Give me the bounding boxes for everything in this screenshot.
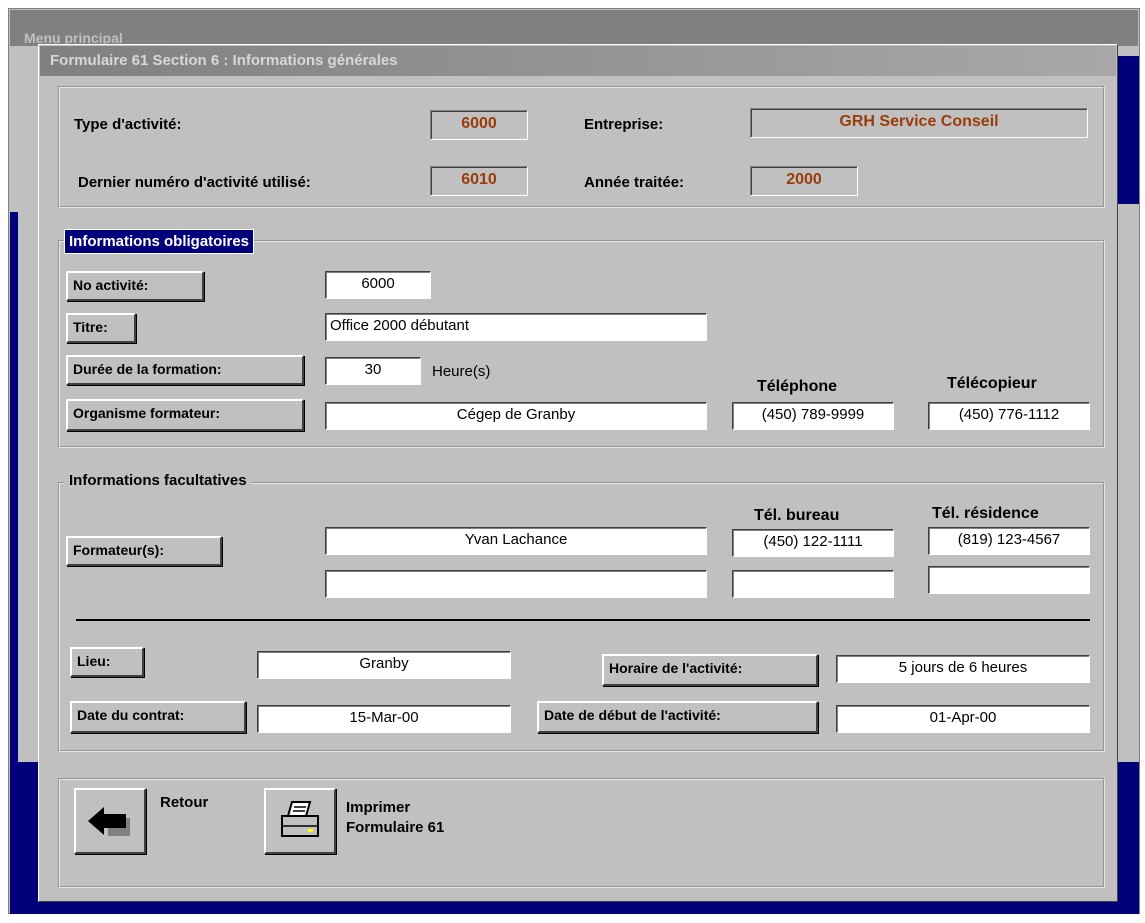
date-contrat-button[interactable]: Date du contrat: [70,701,246,733]
no-activite-field[interactable]: 6000 [325,271,431,299]
telephone-header: Téléphone [757,378,838,395]
retour-label: Retour [160,794,209,811]
organisme-formateur-button[interactable]: Organisme formateur: [66,399,304,431]
duree-unit-label: Heure(s) [432,363,491,380]
date-debut-field[interactable]: 01-Apr-00 [836,705,1090,733]
imprimer-label-line2: Formulaire 61 [346,819,445,836]
annee-traitee-label: Année traitée: [584,174,685,191]
formateur2-field[interactable] [325,570,707,598]
type-activite-field: 6000 [430,110,528,140]
printer-icon [281,801,319,837]
formateurs-button[interactable]: Formateur(s): [66,536,222,566]
titre-field[interactable]: Office 2000 débutant [325,313,707,341]
main-menu-band-right [1117,56,1139,204]
formateur2-tel-residence-field[interactable] [928,566,1090,594]
entreprise-field: GRH Service Conseil [750,108,1088,138]
lieu-field[interactable]: Granby [257,651,511,679]
formateur2-tel-bureau-field[interactable] [732,570,894,598]
formateur1-field[interactable]: Yvan Lachance [325,527,707,555]
annee-traitee-field: 2000 [750,166,858,196]
obligatoires-legend: Informations obligatoires [64,229,255,254]
horaire-field[interactable]: 5 jours de 6 heures [836,655,1090,683]
lieu-button[interactable]: Lieu: [70,647,144,677]
dernier-numero-field: 6010 [430,166,528,196]
formateur1-tel-residence-field[interactable]: (819) 123-4567 [928,527,1090,555]
back-arrow-icon [88,807,130,836]
no-activite-button[interactable]: No activité: [66,271,204,301]
organisme-telephone-field[interactable]: (450) 789-9999 [732,402,894,430]
facultatives-legend: Informations facultatives [64,472,252,489]
duree-field[interactable]: 30 [325,357,421,385]
duree-button[interactable]: Durée de la formation: [66,355,304,385]
main-menu-band-left [10,212,18,764]
dialog-title: Formulaire 61 Section 6 : Informations g… [40,46,1116,76]
imprimer-label: Imprimer Formulaire 61 [346,798,444,838]
titre-button[interactable]: Titre: [66,313,136,343]
formateur1-tel-bureau-field[interactable]: (450) 122-1111 [732,529,894,557]
horaire-button[interactable]: Horaire de l'activité: [602,654,818,686]
facultatives-divider [76,619,1090,621]
footer-panel [58,778,1105,888]
telecopieur-header: Télécopieur [947,375,1037,392]
tel-residence-header: Tél. résidence [932,505,1039,522]
retour-button[interactable] [74,788,146,854]
organisme-telecopieur-field[interactable]: (450) 776-1112 [928,402,1090,430]
entreprise-label: Entreprise: [584,116,664,133]
organisme-formateur-field[interactable]: Cégep de Granby [325,402,707,430]
date-contrat-field[interactable]: 15-Mar-00 [257,705,511,733]
main-menu-title: Menu principal [10,10,1138,46]
dernier-numero-label: Dernier numéro d'activité utilisé: [78,174,311,191]
imprimer-label-line1: Imprimer [346,799,411,816]
imprimer-button[interactable] [264,788,336,854]
date-debut-button[interactable]: Date de début de l'activité: [537,701,818,733]
type-activite-label: Type d'activité: [74,116,182,133]
tel-bureau-header: Tél. bureau [754,507,840,524]
